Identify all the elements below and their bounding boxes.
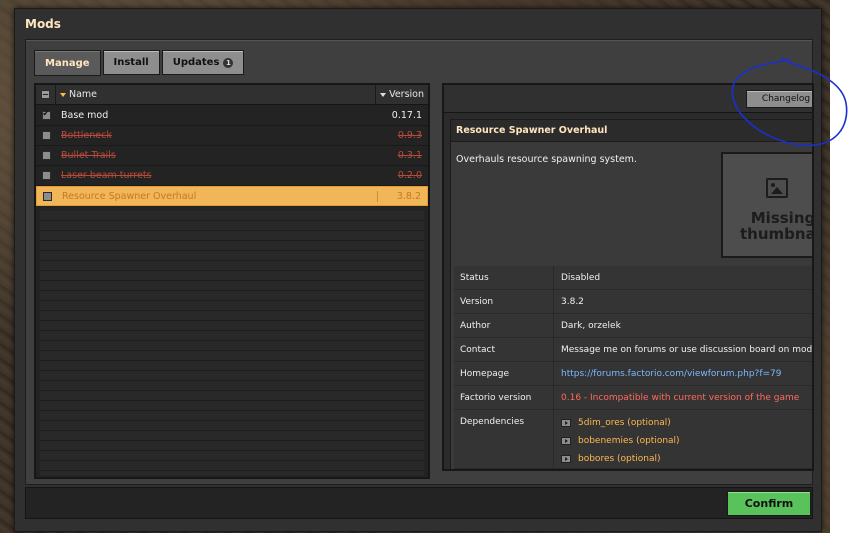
expand-arrow-icon (561, 455, 571, 463)
dependency-item[interactable]: bobenemies (optional) (561, 432, 812, 450)
prop-label: Dependencies (454, 410, 554, 468)
bottom-bar (25, 487, 813, 519)
tab-install-label: Install (113, 57, 149, 68)
tab-manage[interactable]: Manage (34, 50, 101, 76)
expand-arrow-icon (561, 419, 571, 427)
name-column-header[interactable]: Name (56, 84, 376, 105)
mod-thumbnail: Missing thumbnail (721, 152, 814, 258)
mod-description: Overhauls resource spawning system. (456, 154, 637, 165)
dependency-item[interactable]: bobores (optional) (561, 450, 812, 468)
prop-value: 0.16 - Incompatible with current version… (561, 393, 800, 403)
mod-version: 3.8.2 (377, 190, 427, 202)
prop-label: Homepage (454, 362, 554, 385)
prop-contact: Contact Message me on forums or use disc… (454, 338, 814, 362)
mods-window: Mods Manage Install Updates 1 Name Versio… (14, 8, 822, 532)
prop-label: Factorio version (454, 386, 554, 409)
mod-row[interactable]: Bullet Trails 0.3.1 (36, 146, 428, 166)
mod-version: 0.17.1 (391, 110, 422, 121)
prop-version: Version 3.8.2 (454, 290, 812, 314)
tab-manage-label: Manage (45, 57, 90, 69)
prop-author: Author Dark, orzelek (454, 314, 812, 338)
mod-row[interactable]: Bottleneck 0.9.3 (36, 126, 428, 146)
version-column-header[interactable]: Version (376, 85, 428, 105)
prop-label: Version (454, 290, 554, 313)
sort-arrow-icon (60, 92, 66, 97)
mod-name: Base mod (61, 110, 109, 121)
window-title: Mods (25, 17, 61, 31)
mod-detail-panel: Changelog Resource Spawner Overhaul Over… (442, 83, 814, 471)
select-all-checkbox[interactable] (41, 90, 50, 99)
mod-row[interactable]: Base mod 0.17.1 (36, 106, 428, 126)
detail-body[interactable]: Resource Spawner Overhaul Overhauls reso… (450, 119, 814, 469)
prop-value: Message me on forums or use discussion b… (561, 345, 814, 355)
updates-count-badge: 1 (223, 57, 234, 68)
sort-arrow-icon (380, 92, 387, 97)
dependency-name: bobenemies (optional) (578, 436, 680, 446)
homepage-link[interactable]: https://forums.factorio.com/viewforum.ph… (554, 362, 812, 385)
changelog-button[interactable]: Changelog (746, 90, 812, 108)
tab-bar: Manage Install Updates 1 (34, 50, 246, 76)
mod-version: 0.3.1 (397, 150, 422, 161)
dependency-name: bobores (optional) (578, 454, 661, 464)
mod-title: Resource Spawner Overhaul (451, 120, 812, 142)
prop-factorio-version: Factorio version 0.16 - Incompatible wit… (454, 386, 812, 410)
mod-enabled-checkbox[interactable] (41, 171, 51, 180)
prop-status: Status Disabled (454, 266, 812, 290)
mod-enabled-checkbox[interactable] (41, 131, 51, 140)
prop-label: Contact (454, 338, 554, 361)
image-icon (766, 178, 788, 198)
prop-dependencies: Dependencies 5dim_ores (optional) bobene… (454, 410, 812, 469)
mod-name: Laser beam turrets (61, 170, 152, 181)
dependency-name: 5dim_ores (optional) (578, 418, 671, 428)
mod-properties: Status Disabled Version 3.8.2 Author Dar… (454, 266, 814, 469)
mod-list-empty-area (40, 211, 424, 475)
mod-enabled-checkbox[interactable] (41, 109, 51, 120)
mod-name: Resource Spawner Overhaul (62, 190, 197, 202)
mod-row[interactable]: Laser beam turrets 0.2.0 (36, 166, 428, 186)
prop-value: Disabled (561, 273, 601, 283)
mod-enabled-checkbox[interactable] (42, 191, 52, 201)
missing-thumbnail-text: Missing thumbnail (740, 209, 814, 243)
mod-row-selected[interactable]: Resource Spawner Overhaul 3.8.2 (36, 186, 428, 206)
tab-updates-label: Updates (172, 57, 220, 68)
prop-value: Dark, orzelek (561, 321, 621, 331)
mod-enabled-checkbox[interactable] (41, 151, 51, 160)
dependency-item[interactable]: 5dim_ores (optional) (561, 414, 812, 432)
mod-name: Bottleneck (61, 130, 112, 141)
mod-list-header: Name Version (36, 84, 428, 105)
prop-value: 3.8.2 (561, 297, 584, 307)
select-all-header[interactable] (36, 84, 56, 105)
name-column-label: Name (69, 89, 98, 100)
version-column-label: Version (389, 89, 424, 100)
prop-label: Status (454, 266, 554, 289)
prop-homepage: Homepage https://forums.factorio.com/vie… (454, 362, 812, 386)
tab-updates[interactable]: Updates 1 (161, 50, 245, 75)
dependency-list: 5dim_ores (optional) bobenemies (optiona… (554, 410, 812, 468)
detail-toolbar: Changelog (444, 85, 812, 113)
prop-label: Author (454, 314, 554, 337)
expand-arrow-icon (561, 437, 571, 445)
tab-install[interactable]: Install (102, 50, 160, 75)
mod-rows: Base mod 0.17.1 Bottleneck 0.9.3 Bullet … (36, 106, 428, 206)
mod-version: 0.9.3 (397, 130, 422, 141)
confirm-button[interactable]: Confirm (727, 491, 811, 516)
mod-list: Name Version Base mod 0.17.1 Bottleneck … (34, 83, 430, 479)
mods-panel: Manage Install Updates1 Name Version Bas… (25, 39, 814, 485)
mod-name: Bullet Trails (61, 150, 116, 161)
mod-version: 0.2.0 (397, 170, 422, 181)
